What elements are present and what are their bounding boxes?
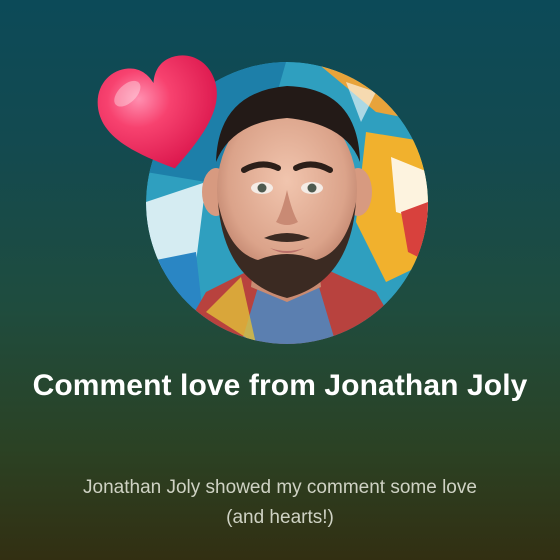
page-title: Comment love from Jonathan Joly [32, 369, 528, 402]
card-description: Jonathan Joly showed my comment some lov… [83, 477, 477, 528]
comment-love-card: Comment love from Jonathan Joly Jonathan… [0, 0, 560, 560]
heart-icon [97, 55, 217, 169]
